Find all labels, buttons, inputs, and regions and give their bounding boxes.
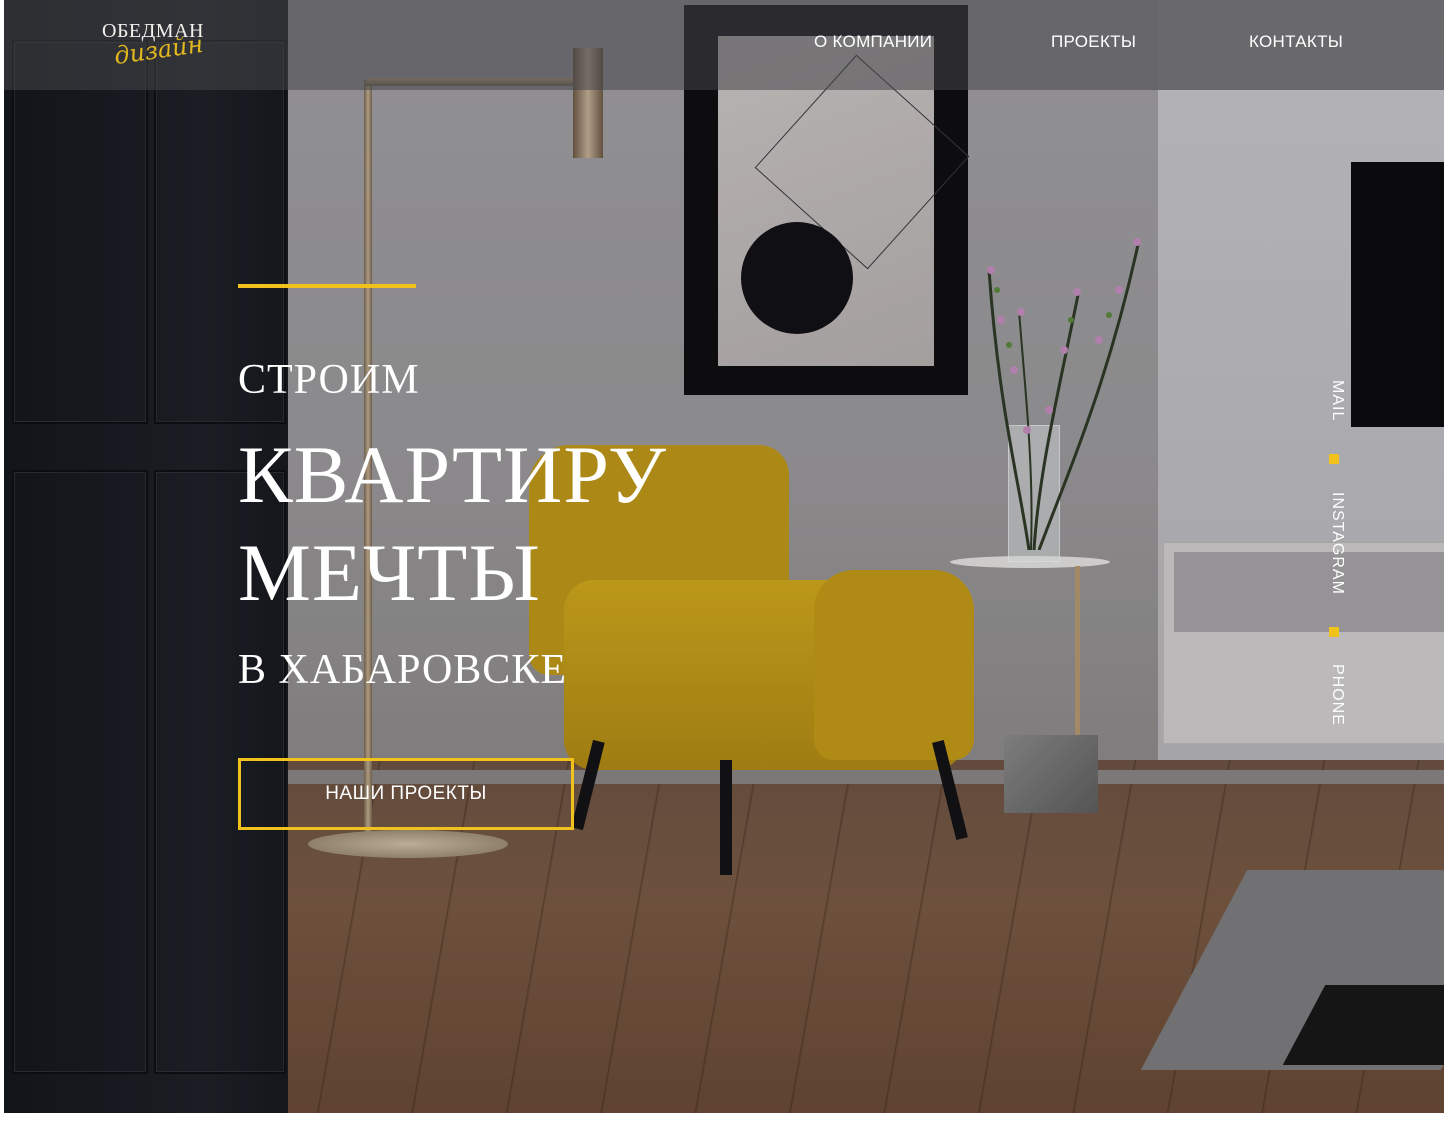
side-divider-dot: [1329, 454, 1339, 464]
side-link-mail[interactable]: MAIL: [1322, 380, 1346, 421]
nav-contacts[interactable]: КОНТАКТЫ: [1249, 32, 1343, 52]
side-divider-dot: [1329, 627, 1339, 637]
hero-line-4: В ХАБАРОВСКЕ: [238, 647, 567, 693]
nav-projects[interactable]: ПРОЕКТЫ: [1051, 32, 1136, 52]
hero-line-2: КВАРТИРУ: [238, 429, 667, 520]
accent-line: [238, 284, 416, 288]
nav-about[interactable]: О КОМПАНИИ: [814, 32, 932, 52]
dark-overlay: [4, 0, 1444, 1113]
our-projects-button[interactable]: НАШИ ПРОЕКТЫ: [238, 758, 574, 830]
hero-line-1: СТРОИМ: [238, 357, 420, 403]
hero-line-3: МЕЧТЫ: [238, 527, 541, 618]
logo[interactable]: ОБЕДМАН дизайн: [102, 18, 222, 90]
side-link-phone[interactable]: PHONE: [1322, 664, 1346, 726]
side-link-instagram[interactable]: INSTAGRAM: [1322, 492, 1346, 595]
hero-section: ОБЕДМАН дизайн О КОМПАНИИ ПРОЕКТЫ КОНТАК…: [4, 0, 1444, 1113]
